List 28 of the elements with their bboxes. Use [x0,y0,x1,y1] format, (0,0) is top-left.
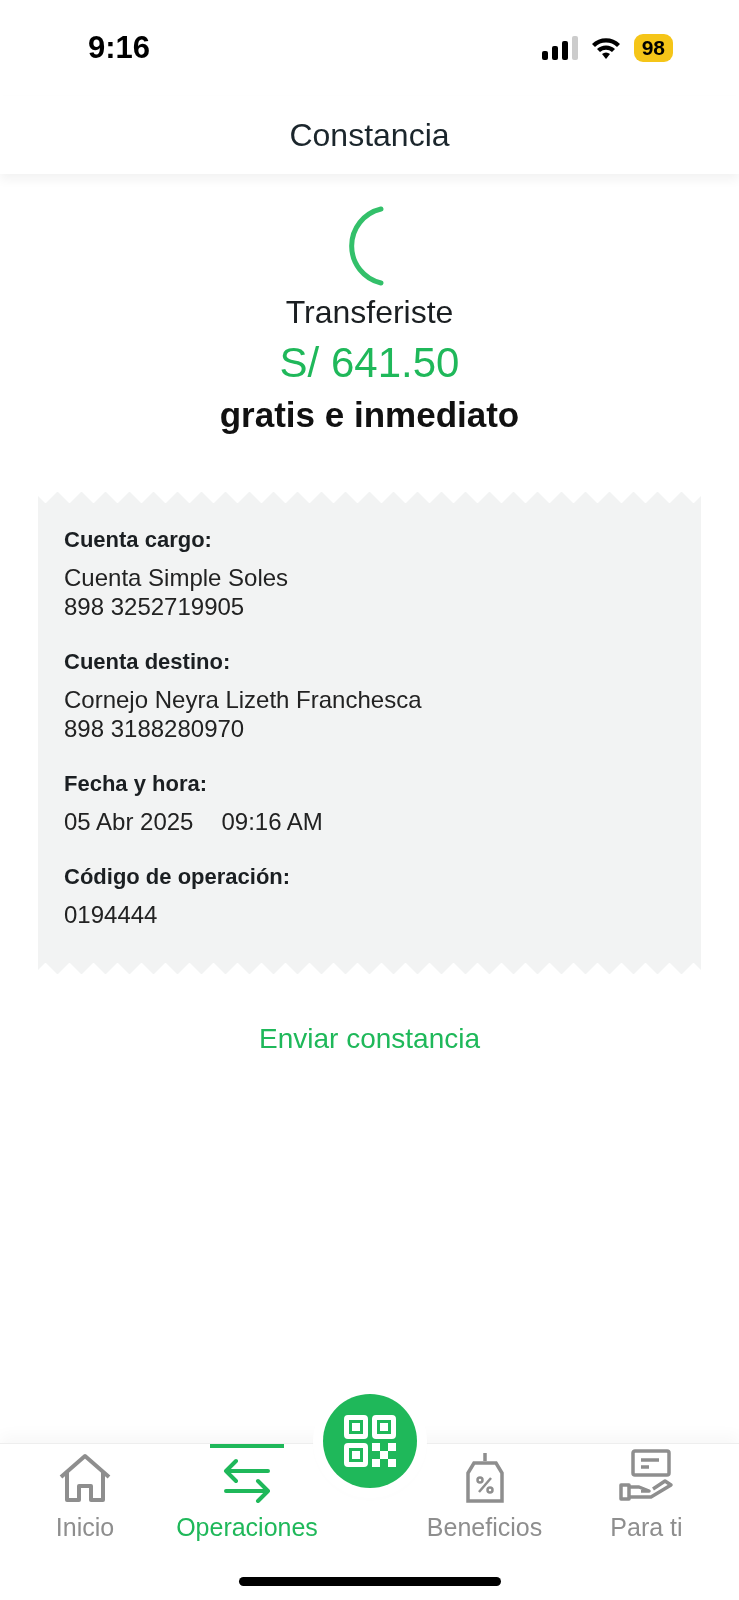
field-value: 898 3188280970 [64,714,246,743]
discount-tag-icon [465,1451,504,1503]
field-value: 898 3252719905 [64,592,246,621]
field-label: Cuenta cargo: [64,527,213,553]
battery-level: 98 [633,34,673,62]
field-value: 05 Abr 2025 [64,807,194,836]
screen-title: Constancia [289,116,450,154]
qr-code-icon [343,1415,396,1467]
field-value: Cuenta Simple Soles [64,563,290,592]
transfer-arrows-icon [222,1457,272,1503]
send-receipt-link[interactable]: Enviar constancia [259,1023,480,1055]
nav-tab[interactable]: Inicio [0,1444,170,1564]
transfer-caption: Transferiste [285,294,454,331]
field-value: Cornejo Neyra Lizeth Franchesca [64,685,423,714]
field-label: Fecha y hora: [64,771,209,797]
field-value: 0194444 [64,900,159,929]
nav-tab[interactable]: Beneficios [415,1444,554,1564]
field-label: Código de operación: [64,864,292,890]
home-icon [58,1453,112,1503]
transfer-amount: S/ 641.50 [279,339,460,387]
field-label: Cuenta destino: [64,649,232,675]
clock: 9:16 [88,30,152,66]
signal-icon [541,36,578,60]
transfer-note: gratis e inmediato [219,395,520,435]
field-value: 09:16 AM [221,807,323,836]
nav-tab[interactable]: Operaciones [170,1444,324,1564]
nav-tab[interactable]: Para ti [554,1444,739,1564]
hand-card-icon [618,1449,675,1503]
